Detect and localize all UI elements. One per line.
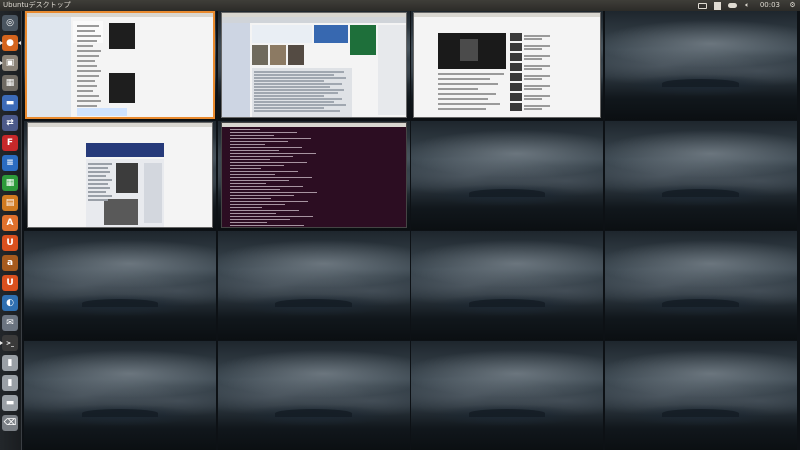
mail-icon: ✉ (6, 318, 14, 328)
keyboard-indicator[interactable] (695, 0, 710, 11)
workspace-14[interactable] (217, 341, 410, 450)
launcher-libreoffice-writer[interactable]: ≡ (2, 155, 18, 171)
launcher-ubuntu-one-music[interactable]: U (2, 275, 18, 291)
video-browser-window[interactable] (413, 12, 601, 118)
drive-b-icon: ▮ (7, 378, 13, 388)
clock[interactable]: 00:03 (755, 0, 785, 11)
trash-icon: ⌫ (3, 418, 17, 428)
wallpaper (411, 121, 603, 230)
wallpaper (604, 11, 797, 120)
workspace-13[interactable] (24, 341, 216, 450)
firefox-icon: ● (6, 38, 14, 48)
workspace-10[interactable] (217, 231, 410, 340)
launcher-mail[interactable]: ✉ (2, 315, 18, 331)
blog-browser-window[interactable] (27, 122, 213, 228)
launcher-terminal[interactable]: >_ (0, 335, 18, 351)
keyboard-icon (697, 2, 707, 10)
window-title: Ubuntuデスクトップ (3, 1, 71, 9)
launcher-drive-b[interactable]: ▮ (2, 375, 18, 391)
gear-icon: ⚙ (789, 1, 796, 9)
wallpaper (604, 231, 797, 340)
workspace-11[interactable] (411, 231, 603, 340)
workspace-9[interactable] (24, 231, 216, 340)
system-settings-icon: ▦ (5, 78, 15, 88)
libreoffice-impress-icon: ▤ (5, 198, 15, 208)
workspace-3[interactable] (411, 11, 603, 120)
libreoffice-writer-icon: ≡ (6, 158, 14, 168)
network-share-icon: ⇄ (6, 118, 14, 128)
launcher-disk[interactable]: ▬ (2, 95, 18, 111)
workspace-1[interactable] (24, 11, 216, 120)
launcher-dash-home[interactable]: ◎ (2, 15, 18, 31)
workspace-6[interactable] (217, 121, 410, 230)
launcher-filezilla[interactable]: F (2, 135, 18, 151)
workspace-12[interactable] (604, 231, 797, 340)
volume-indicator[interactable]: 🔈︎ (740, 0, 755, 11)
files-icon: ▣ (5, 58, 15, 68)
cloud-icon (727, 2, 737, 10)
launcher-network-share[interactable]: ⇄ (2, 115, 18, 131)
workspace-7[interactable] (411, 121, 603, 230)
wallpaper (24, 231, 216, 340)
launcher-libreoffice-calc[interactable]: ▦ (2, 175, 18, 191)
wallpaper (604, 341, 797, 450)
launcher-drive-a[interactable]: ▮ (2, 355, 18, 371)
wallpaper (217, 341, 410, 450)
launcher-ubuntu-software[interactable]: A (2, 215, 18, 231)
workspace-4[interactable] (604, 11, 797, 120)
ubuntu-software-icon: A (6, 218, 14, 228)
indicator-tray: 🔈︎ 00:03 ⚙ (695, 0, 800, 11)
workspace-16[interactable] (604, 341, 797, 450)
workspace-2[interactable] (217, 11, 410, 120)
terminal-icon: >_ (5, 339, 15, 347)
wallpaper (604, 121, 797, 230)
wallpaper (217, 231, 410, 340)
drive-a-icon: ▮ (7, 358, 13, 368)
wallpaper (411, 231, 603, 340)
filezilla-icon: F (6, 138, 14, 148)
launcher-firefox[interactable]: ● (0, 35, 21, 51)
workspace-15[interactable] (411, 341, 603, 450)
launcher: ◎ ● ▣ ▦ ▬ ⇄ F ≡ ▦ ▤ A Ua U ◐ ✉ >_ ▮ ▮ ▬ ⌫ (0, 11, 22, 450)
launcher-trash[interactable]: ⌫ (2, 415, 18, 431)
launcher-ubuntu-one[interactable]: U (2, 235, 18, 251)
terminal-window[interactable] (220, 122, 407, 228)
workspace-switcher-icon: ◐ (6, 298, 14, 308)
launcher-drive-c[interactable]: ▬ (2, 395, 18, 411)
launcher-libreoffice-impress[interactable]: ▤ (2, 195, 18, 211)
launcher-system-settings[interactable]: ▦ (2, 75, 18, 91)
launcher-amazon[interactable]: a (2, 255, 18, 271)
workspace-5[interactable] (24, 121, 216, 230)
workspace-8[interactable] (604, 121, 797, 230)
drive-c-icon: ▬ (5, 398, 15, 408)
ubuntu-one-music-icon: U (6, 278, 14, 288)
wallpaper (411, 341, 603, 450)
network-indicator[interactable] (710, 0, 725, 11)
launcher-workspace-switcher[interactable]: ◐ (2, 295, 18, 311)
cloud-indicator[interactable] (725, 0, 740, 11)
disk-icon: ▬ (5, 98, 15, 108)
ubuntu-one-icon: U (6, 238, 14, 248)
wallpaper (24, 341, 216, 450)
libreoffice-calc-icon: ▦ (5, 178, 15, 188)
volume-icon: 🔈︎ (745, 1, 750, 9)
browser-window[interactable] (26, 12, 214, 118)
session-menu[interactable]: ⚙ (785, 0, 800, 11)
news-browser-window[interactable] (220, 12, 407, 118)
network-icon (713, 1, 722, 10)
amazon-icon: a (6, 258, 14, 268)
launcher-files[interactable]: ▣ (0, 55, 18, 71)
top-panel: Ubuntuデスクトップ 🔈︎ 00:03 ⚙ (0, 0, 800, 11)
dash-home-icon: ◎ (6, 18, 14, 28)
